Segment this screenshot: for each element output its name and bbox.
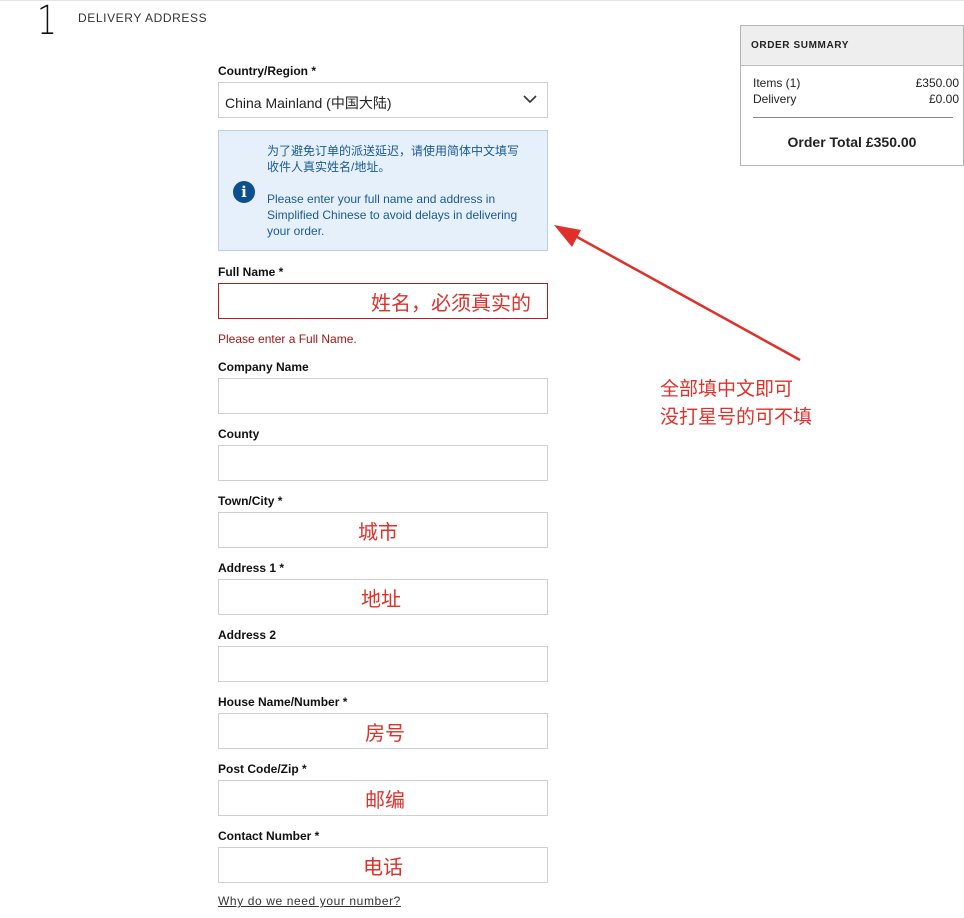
town-label: Town/City * <box>218 494 283 508</box>
annotation-line-1: 全部填中文即可 <box>660 378 794 400</box>
info-circle-icon: i <box>233 181 255 203</box>
order-total: Order Total £350.00 <box>787 134 917 150</box>
county-label: County <box>218 427 260 441</box>
county-field[interactable] <box>218 445 548 481</box>
company-label: Company Name <box>218 360 309 374</box>
company-input[interactable] <box>219 379 547 413</box>
order-summary: ORDER SUMMARY Items (1) £350.00 Delivery… <box>740 25 964 166</box>
company-field[interactable] <box>218 378 548 414</box>
info-text-en: Please enter your full name and address … <box>267 192 518 238</box>
postcode-label: Post Code/Zip * <box>218 762 307 776</box>
house-field[interactable]: 房号 <box>218 713 548 749</box>
language-info-box: i 为了避免订单的派送延迟，请使用简体中文填写收件人真实姓名/地址。 Pleas… <box>218 130 548 251</box>
county-input[interactable] <box>219 446 547 480</box>
address1-input[interactable] <box>219 580 547 614</box>
summary-divider <box>753 117 953 118</box>
order-summary-title: ORDER SUMMARY <box>751 40 849 51</box>
address1-label: Address 1 * <box>218 561 285 575</box>
country-select[interactable]: China Mainland (中国大陆) <box>218 82 548 118</box>
contact-field[interactable]: 电话 <box>218 847 548 883</box>
town-input[interactable] <box>219 513 547 547</box>
chevron-down-icon <box>523 95 537 104</box>
summary-items-row: Items (1) £350.00 <box>753 76 959 90</box>
address2-label: Address 2 <box>218 628 277 642</box>
annotation-line-2: 没打星号的可不填 <box>660 406 813 428</box>
summary-delivery-row: Delivery £0.00 <box>753 92 959 106</box>
why-number-link[interactable]: Why do we need your number? <box>218 894 401 908</box>
contact-label: Contact Number * <box>218 829 320 843</box>
info-text: 为了避免订单的派送延迟，请使用简体中文填写收件人真实姓名/地址。 Please … <box>267 143 529 239</box>
step-title: DELIVERY ADDRESS <box>78 11 208 25</box>
contact-input[interactable] <box>219 848 547 882</box>
summary-delivery-amount: £0.00 <box>928 92 959 106</box>
postcode-input[interactable] <box>219 781 547 815</box>
order-summary-header: ORDER SUMMARY <box>741 26 963 66</box>
summary-items-label: Items (1) <box>753 76 801 90</box>
summary-items-amount: £350.00 <box>915 76 959 90</box>
top-divider <box>0 0 964 1</box>
full-name-field[interactable]: 姓名，必须真实的 <box>218 283 548 319</box>
summary-delivery-label: Delivery <box>753 92 797 106</box>
town-field[interactable]: 城市 <box>218 512 548 548</box>
country-label: Country/Region * <box>218 64 316 78</box>
full-name-error: Please enter a Full Name. <box>218 332 357 346</box>
step-number: 1 <box>37 0 57 44</box>
address2-field[interactable] <box>218 646 548 682</box>
country-select-value: China Mainland (中国大陆) <box>225 95 392 111</box>
annotation-note: 全部填中文即可 没打星号的可不填 <box>660 375 812 431</box>
address2-input[interactable] <box>219 647 547 681</box>
postcode-field[interactable]: 邮编 <box>218 780 548 816</box>
info-text-zh: 为了避免订单的派送延迟，请使用简体中文填写收件人真实姓名/地址。 <box>267 144 520 174</box>
full-name-label: Full Name * <box>218 265 284 279</box>
full-name-input[interactable] <box>219 284 547 318</box>
house-label: House Name/Number * <box>218 695 348 709</box>
address1-field[interactable]: 地址 <box>218 579 548 615</box>
house-input[interactable] <box>219 714 547 748</box>
